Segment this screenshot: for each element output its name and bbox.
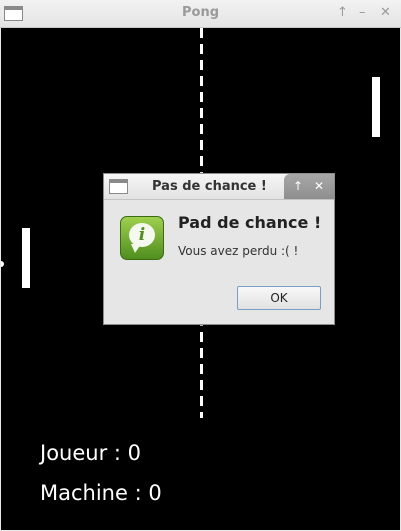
- ok-button[interactable]: OK: [237, 286, 321, 310]
- dialog-title: Pas de chance !: [152, 179, 267, 194]
- machine-score: Machine : 0: [40, 481, 162, 505]
- dialog-close-button[interactable]: ✕: [314, 178, 324, 194]
- main-window-titlebar[interactable]: Pong ↑ – ✕: [0, 0, 401, 28]
- info-bubble: i: [129, 223, 155, 247]
- dialog-heading: Pad de chance !: [178, 213, 322, 232]
- close-button[interactable]: ✕: [380, 4, 391, 22]
- information-icon: i: [120, 216, 164, 260]
- dialog-titlebar[interactable]: Pas de chance ! ↑ ✕: [104, 174, 334, 200]
- dialog-message: Vous avez perdu :( !: [178, 244, 299, 258]
- player-paddle: [22, 228, 30, 288]
- maximize-button[interactable]: ↑: [337, 4, 348, 22]
- game-over-dialog: Pas de chance ! ↑ ✕ i Pad de chance ! Vo…: [103, 173, 335, 325]
- minimize-button[interactable]: –: [359, 4, 366, 22]
- ball: [1, 261, 4, 267]
- dialog-titlebar-buttons: ↑ ✕: [284, 174, 334, 199]
- dialog-maximize-button[interactable]: ↑: [293, 178, 303, 194]
- player-score: Joueur : 0: [40, 441, 142, 465]
- machine-paddle: [372, 77, 380, 137]
- dialog-window-icon[interactable]: [109, 179, 128, 194]
